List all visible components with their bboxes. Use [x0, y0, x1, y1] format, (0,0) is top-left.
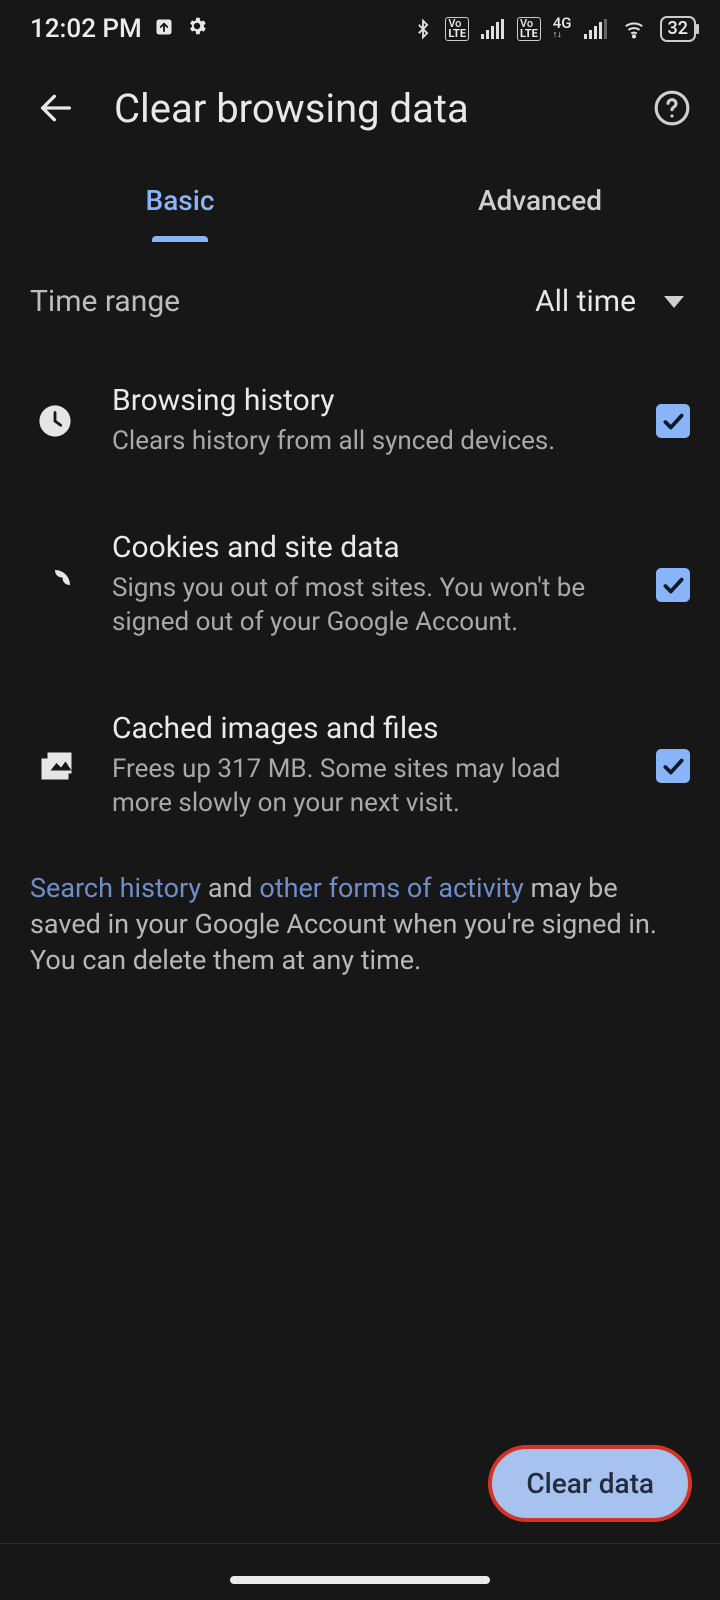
item-title: Cached images and files [112, 711, 624, 746]
clear-data-button[interactable]: Clear data [490, 1447, 690, 1520]
item-text: Cookies and site data Signs you out of m… [112, 530, 624, 639]
tab-basic[interactable]: Basic [0, 158, 360, 242]
network-4g-icon: 4G↑↓ [553, 17, 572, 41]
check-icon [660, 408, 686, 434]
time-range-label: Time range [30, 284, 180, 319]
upload-icon [154, 14, 174, 44]
check-icon [660, 753, 686, 779]
wifi-icon [620, 18, 648, 40]
item-subtitle: Signs you out of most sites. You won't b… [112, 571, 624, 639]
item-browsing-history[interactable]: Browsing history Clears history from all… [0, 347, 720, 494]
tabs: Basic Advanced [0, 158, 720, 242]
arrow-left-icon [36, 88, 76, 128]
tab-advanced[interactable]: Advanced [360, 158, 720, 242]
item-text: Browsing history Clears history from all… [112, 383, 624, 458]
bluetooth-icon [413, 16, 433, 42]
home-indicator [230, 1576, 490, 1584]
app-bar: Clear browsing data [0, 58, 720, 158]
volte-badge-icon: VoLTE [445, 17, 469, 41]
help-button[interactable] [648, 84, 696, 132]
gear-icon [186, 14, 208, 44]
battery-icon: 32 [660, 16, 696, 42]
item-title: Browsing history [112, 383, 624, 418]
link-other-activity[interactable]: other forms of activity [259, 872, 523, 904]
status-time: 12:02 PM [30, 14, 142, 44]
footer-note: Search history and other forms of activi… [0, 856, 720, 978]
signal-2-icon [584, 19, 608, 39]
checkbox-cookies[interactable] [656, 568, 690, 602]
time-range-row[interactable]: Time range All time [0, 242, 720, 347]
volte-badge-2-icon: VoLTE [517, 17, 541, 41]
cookie-icon [30, 567, 80, 603]
time-range-value: All time [535, 284, 636, 319]
help-icon [653, 89, 691, 127]
checkbox-cached-images[interactable] [656, 749, 690, 783]
back-button[interactable] [28, 80, 84, 136]
status-bar: 12:02 PM VoLTE VoLTE 4G [0, 0, 720, 58]
item-cookies[interactable]: Cookies and site data Signs you out of m… [0, 494, 720, 675]
note-mid1: and [201, 872, 259, 904]
checkbox-browsing-history[interactable] [656, 404, 690, 438]
chevron-down-icon [664, 296, 684, 308]
item-subtitle: Clears history from all synced devices. [112, 424, 624, 458]
battery-level: 32 [668, 18, 688, 39]
separator [0, 1543, 720, 1544]
item-subtitle: Frees up 317 MB. Some sites may load mor… [112, 752, 624, 820]
signal-icon [481, 19, 505, 39]
history-icon [30, 404, 80, 438]
images-icon [30, 748, 80, 784]
clear-data-label: Clear data [526, 1467, 654, 1500]
status-left: 12:02 PM [30, 14, 208, 44]
status-right: VoLTE VoLTE 4G↑↓ 32 [413, 16, 696, 42]
check-icon [660, 572, 686, 598]
item-text: Cached images and files Frees up 317 MB.… [112, 711, 624, 820]
page-title: Clear browsing data [114, 85, 648, 132]
item-cached-images[interactable]: Cached images and files Frees up 317 MB.… [0, 675, 720, 856]
link-search-history[interactable]: Search history [30, 872, 201, 904]
item-title: Cookies and site data [112, 530, 624, 565]
tab-advanced-label: Advanced [478, 184, 602, 217]
tab-basic-label: Basic [146, 184, 215, 217]
